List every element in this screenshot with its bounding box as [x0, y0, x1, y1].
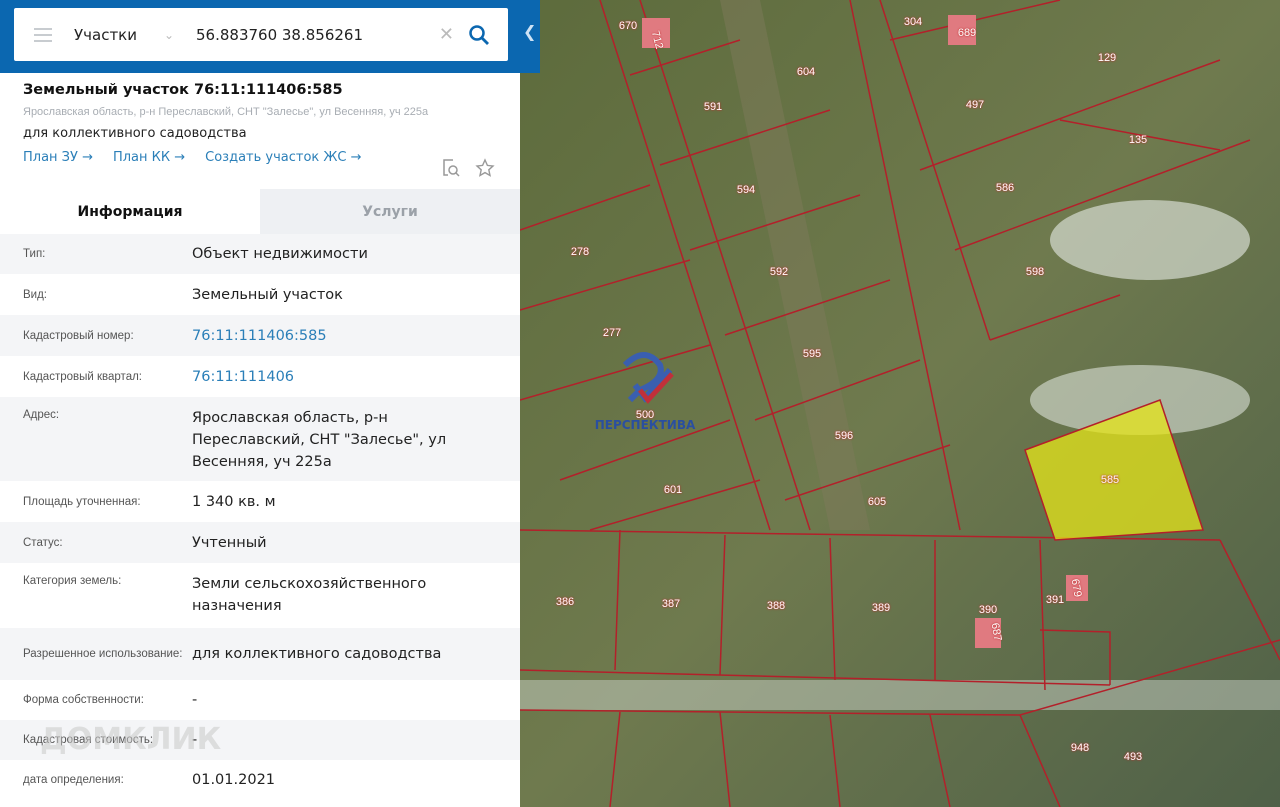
info-row: Тип: Объект недвижимости	[0, 234, 520, 274]
create-zhs-link[interactable]: Создать участок ЖС →	[205, 150, 361, 165]
object-address: Ярославская область, р-н Переславский, С…	[23, 106, 429, 118]
zoom-to-object-icon[interactable]	[441, 158, 461, 178]
parcel-label: 386	[555, 596, 575, 608]
info-row: Кадастровый квартал: 76:11:111406	[0, 356, 520, 397]
object-title: Земельный участок 76:11:111406:585	[23, 82, 343, 98]
plan-zu-link[interactable]: План ЗУ →	[23, 150, 93, 165]
parcel-label: 129	[1097, 52, 1117, 64]
parcel-label: 585	[1100, 474, 1120, 486]
search-input[interactable]: 56.883760 38.856261	[196, 26, 439, 44]
parcel-label: 278	[570, 246, 590, 258]
info-panel: Участки ⌄ 56.883760 38.856261 ✕ ❮ Земель…	[0, 0, 540, 807]
parcel-label: 592	[769, 266, 789, 278]
info-row: Разрешенное использование: для коллективн…	[0, 628, 520, 680]
plan-kk-link[interactable]: План КК →	[113, 150, 185, 165]
parcel-label: 605	[867, 496, 887, 508]
parcel-label: 304	[903, 16, 923, 28]
parcel-label: 596	[834, 430, 854, 442]
info-table: Тип: Объект недвижимости Вид: Земельный уч…	[0, 234, 520, 800]
info-row: Категория земель: Земли сельскохозяйствен…	[23, 575, 427, 614]
menu-icon[interactable]	[34, 27, 52, 42]
search-bar: Участки ⌄ 56.883760 38.856261 ✕	[14, 8, 508, 61]
info-row: Площадь уточненная: 1 340 кв. м	[23, 493, 276, 510]
parcel-label: 387	[661, 598, 681, 610]
tab-services[interactable]: Услуги	[260, 189, 520, 234]
info-row: Форма собственности: -	[23, 692, 198, 708]
object-use: для коллективного садоводства	[23, 126, 247, 141]
chevron-down-icon[interactable]: ⌄	[164, 28, 196, 42]
cadastral-number-link[interactable]: 76:11:111406:585	[192, 325, 520, 347]
collapse-panel-icon[interactable]: ❮	[523, 22, 536, 41]
info-row: дата определения: 01.01.2021	[23, 772, 276, 788]
layer-select[interactable]: Участки	[74, 26, 164, 44]
search-icon[interactable]	[468, 24, 490, 46]
parcel-label: 389	[871, 602, 891, 614]
parcel-label: 493	[1123, 751, 1143, 763]
info-row: Кадастровая стоимость: -	[0, 720, 520, 760]
parcel-label: 948	[1070, 742, 1090, 754]
parcel-label: 670	[618, 20, 638, 32]
parcel-label: 595	[802, 348, 822, 360]
info-row: Кадастровый номер: 76:11:111406:585	[0, 315, 520, 356]
parcel-label: 601	[663, 484, 683, 496]
parcel-label: 689	[957, 27, 977, 39]
cadastral-quarter-link[interactable]: 76:11:111406	[192, 366, 520, 388]
parcel-label: 497	[965, 99, 985, 111]
parcel-label: 598	[1025, 266, 1045, 278]
clear-icon[interactable]: ✕	[439, 24, 454, 45]
parcel-label: 591	[703, 101, 723, 113]
info-row: Адрес: Ярославская область, р-н Переславс…	[0, 397, 520, 481]
info-row: Статус: Учтенный	[0, 522, 520, 563]
parcel-label: 135	[1128, 134, 1148, 146]
parcel-label: 594	[736, 184, 756, 196]
parcel-label: 390	[978, 604, 998, 616]
parcel-label: 388	[766, 600, 786, 612]
info-row: Вид: Земельный участок	[23, 286, 343, 303]
star-icon[interactable]	[475, 158, 495, 178]
parcel-label: 604	[796, 66, 816, 78]
top-bar: Участки ⌄ 56.883760 38.856261 ✕ ❮	[0, 0, 540, 73]
tab-information[interactable]: Информация	[0, 189, 260, 234]
parcel-label: 277	[602, 327, 622, 339]
parcel-label: 586	[995, 182, 1015, 194]
parcel-label: 391	[1045, 594, 1065, 606]
map-watermark-logo: ПЕРСПЕКТИВА	[590, 350, 700, 432]
